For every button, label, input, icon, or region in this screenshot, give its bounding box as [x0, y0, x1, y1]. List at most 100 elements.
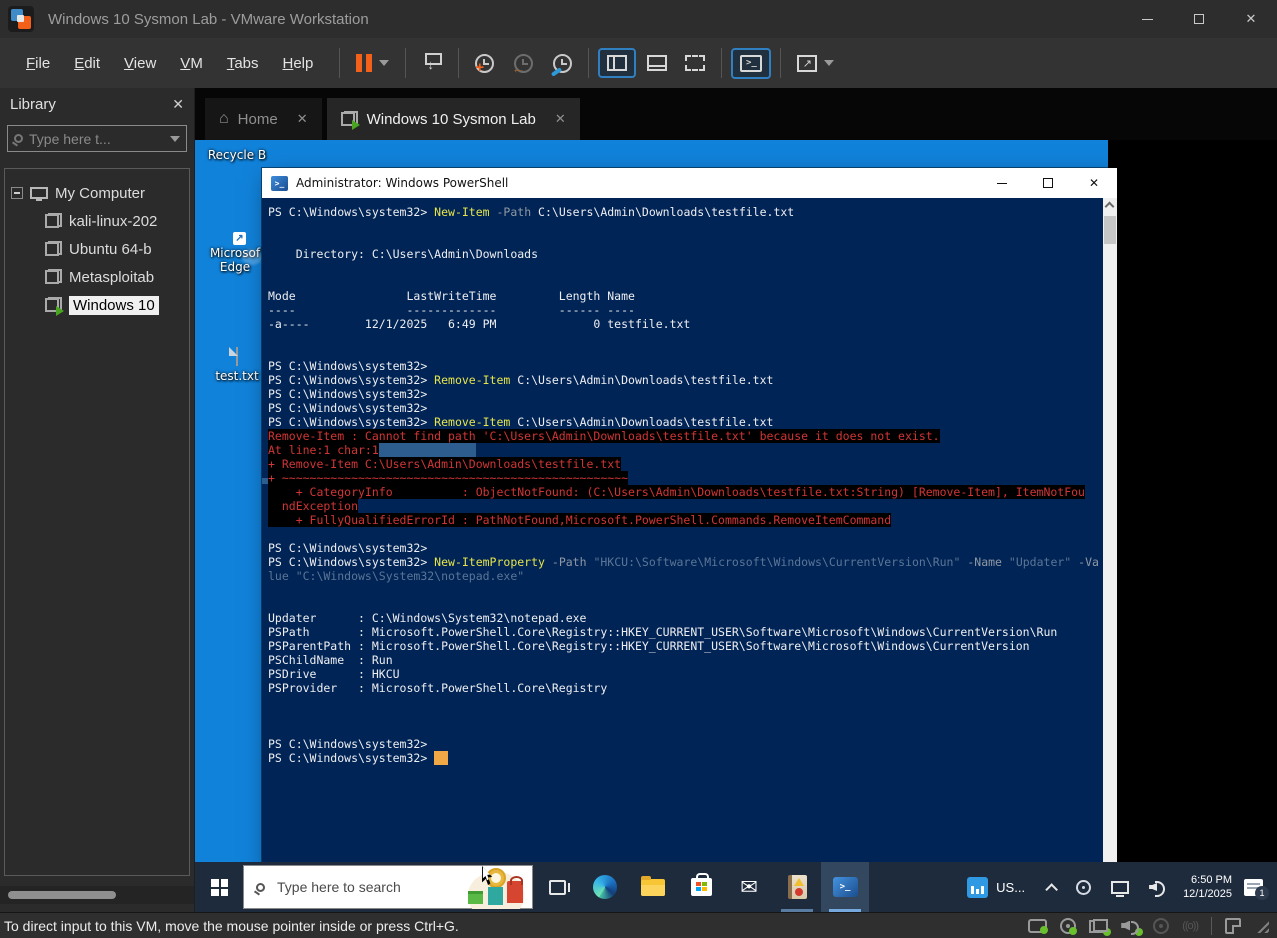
- sound-status-icon[interactable]: [1121, 919, 1144, 936]
- sidebar-item-ubuntu[interactable]: Ubuntu 64-b: [5, 235, 189, 263]
- volume-icon[interactable]: [1149, 879, 1167, 897]
- close-button[interactable]: ✕: [1071, 168, 1117, 198]
- powershell-icon: >_: [832, 877, 858, 897]
- send-ctrl-alt-del-button[interactable]: [415, 48, 449, 78]
- usb-status-icon[interactable]: [1153, 917, 1170, 934]
- task-view-icon: [548, 879, 570, 895]
- sidebar-item-kali-linux[interactable]: kali-linux-202: [5, 207, 189, 235]
- desktop-icon-recycle-bin[interactable]: ♻ Recycle B: [199, 145, 275, 162]
- vm-icon: [45, 240, 62, 258]
- sync-tray-icon[interactable]: [1076, 879, 1092, 895]
- show-thumbnail-bar-button[interactable]: [640, 50, 674, 76]
- terminal-line: PS C:\Windows\system32>: [268, 751, 1103, 765]
- keyboard-layout[interactable]: US...: [996, 880, 1025, 895]
- chevron-down-icon[interactable]: [379, 60, 390, 66]
- sidebar-item-windows-10[interactable]: Windows 10: [5, 291, 189, 319]
- resize-grip[interactable]: [1254, 918, 1269, 933]
- shared-device-status-icon[interactable]: ((o)): [1182, 919, 1199, 933]
- mouse-cursor: [482, 866, 497, 885]
- vm-running-icon: [45, 296, 64, 316]
- maximize-icon: [1043, 178, 1053, 188]
- menu-view[interactable]: View: [112, 50, 168, 77]
- menu-file[interactable]: File: [14, 50, 62, 77]
- close-button[interactable]: ✕: [1225, 0, 1277, 38]
- terminal-line: + Remove-Item C:\Users\Admin\Downloads\t…: [268, 457, 622, 471]
- terminal-line: PSParentPath : Microsoft.PowerShell.Core…: [268, 639, 1030, 653]
- connected-dot: [1135, 927, 1144, 936]
- collapse-icon[interactable]: [11, 187, 23, 199]
- task-view-button[interactable]: [533, 862, 581, 912]
- stretch-guest-button[interactable]: ↗: [790, 50, 841, 77]
- file-explorer-button[interactable]: [629, 862, 677, 912]
- snapshot-manager-button[interactable]: [546, 49, 579, 78]
- microsoft-store-button[interactable]: [677, 862, 725, 912]
- action-center-icon[interactable]: 1: [1244, 878, 1269, 900]
- powershell-titlebar[interactable]: >_ Administrator: Windows PowerShell ✕: [262, 168, 1117, 198]
- powershell-output[interactable]: PS C:\Windows\system32> New-Item -Path C…: [262, 198, 1103, 870]
- terminal-line: Updater : C:\Windows\System32\notepad.ex…: [268, 611, 587, 625]
- library-header: Library ✕: [0, 88, 194, 117]
- network-adapter-status-icon[interactable]: [1089, 918, 1112, 936]
- menu-help[interactable]: Help: [271, 50, 326, 77]
- terminal-line: Remove-Item : Cannot find path 'C:\Users…: [268, 429, 940, 443]
- taskbar-clock[interactable]: 6:50 PM 12/1/2025: [1183, 873, 1232, 901]
- powershell-console[interactable]: PS C:\Windows\system32> New-Item -Path C…: [262, 198, 1117, 870]
- taskbar-search[interactable]: [243, 865, 533, 909]
- search-icon: [256, 882, 265, 892]
- chevron-down-icon[interactable]: [824, 60, 835, 66]
- taskbar-edge-button[interactable]: [581, 862, 629, 912]
- powershell-window[interactable]: >_ Administrator: Windows PowerShell ✕ P…: [262, 168, 1117, 870]
- menu-edit[interactable]: Edit: [62, 50, 112, 77]
- message-log-icon[interactable]: [1225, 917, 1241, 934]
- hard-disk-status-icon[interactable]: [1028, 918, 1049, 934]
- library-search[interactable]: [7, 125, 187, 152]
- tab-home[interactable]: ⌂ Home ✕: [205, 98, 322, 140]
- vmware-titlebar: Windows 10 Sysmon Lab - VMware Workstati…: [0, 0, 1277, 38]
- tab-windows-10-sysmon-lab[interactable]: Windows 10 Sysmon Lab ✕: [326, 98, 580, 140]
- vmware-logo-icon: [8, 6, 34, 32]
- library-horizontal-scrollbar[interactable]: [0, 886, 194, 904]
- maximize-button[interactable]: [1025, 168, 1071, 198]
- terminal-line: At line:1 char:1: [268, 443, 1103, 457]
- library-search-input[interactable]: [23, 130, 170, 147]
- home-icon: ⌂: [219, 110, 229, 127]
- maximize-button[interactable]: [1173, 0, 1225, 38]
- menu-vm[interactable]: VM: [168, 50, 215, 77]
- vm-display[interactable]: ♻ Recycle B ↗ MicrosofEdge test.txt >_ A…: [195, 140, 1277, 912]
- scroll-up-icon[interactable]: [1104, 201, 1115, 212]
- chevron-down-icon[interactable]: [170, 135, 180, 142]
- vm-name: Ubuntu 64-b: [69, 240, 152, 258]
- status-separator: [1211, 916, 1212, 935]
- language-app-icon[interactable]: [967, 876, 989, 898]
- cd-dvd-status-icon[interactable]: [1060, 917, 1078, 935]
- mail-button[interactable]: ✉: [725, 862, 773, 912]
- powershell-title: Administrator: Windows PowerShell: [296, 176, 509, 190]
- taskbar-search-input[interactable]: [265, 879, 460, 895]
- take-snapshot-button[interactable]: +: [468, 49, 501, 78]
- tab-close-icon[interactable]: ✕: [555, 111, 566, 127]
- scrollbar-thumb[interactable]: [1104, 216, 1116, 244]
- fullscreen-button[interactable]: [678, 50, 712, 76]
- show-console-view-button[interactable]: >_: [731, 47, 772, 79]
- show-library-button[interactable]: [598, 48, 637, 78]
- library-close-button[interactable]: ✕: [172, 96, 184, 113]
- minimize-button[interactable]: [979, 168, 1025, 198]
- tree-item-my-computer[interactable]: My Computer: [5, 179, 189, 207]
- scrollbar-thumb[interactable]: [8, 891, 116, 899]
- menu-tabs[interactable]: Tabs: [215, 50, 271, 77]
- show-hidden-icons-icon[interactable]: [1045, 882, 1059, 896]
- console-scrollbar[interactable]: [1103, 198, 1117, 870]
- revert-snapshot-button[interactable]: ←: [507, 49, 540, 78]
- minimize-button[interactable]: [1121, 0, 1173, 38]
- clock-date: 12/1/2025: [1183, 888, 1232, 900]
- sidebar-item-metasploitable[interactable]: Metasploitab: [5, 263, 189, 291]
- start-button[interactable]: [195, 862, 243, 912]
- taskbar-powershell-button[interactable]: >_: [821, 862, 869, 912]
- power-pause-button[interactable]: [349, 49, 396, 77]
- computer-icon: [30, 187, 48, 201]
- snapshot-take-icon: +: [475, 53, 495, 75]
- tab-close-icon[interactable]: ✕: [297, 111, 308, 127]
- event-viewer-button[interactable]: [773, 862, 821, 912]
- network-icon[interactable]: [1111, 880, 1130, 897]
